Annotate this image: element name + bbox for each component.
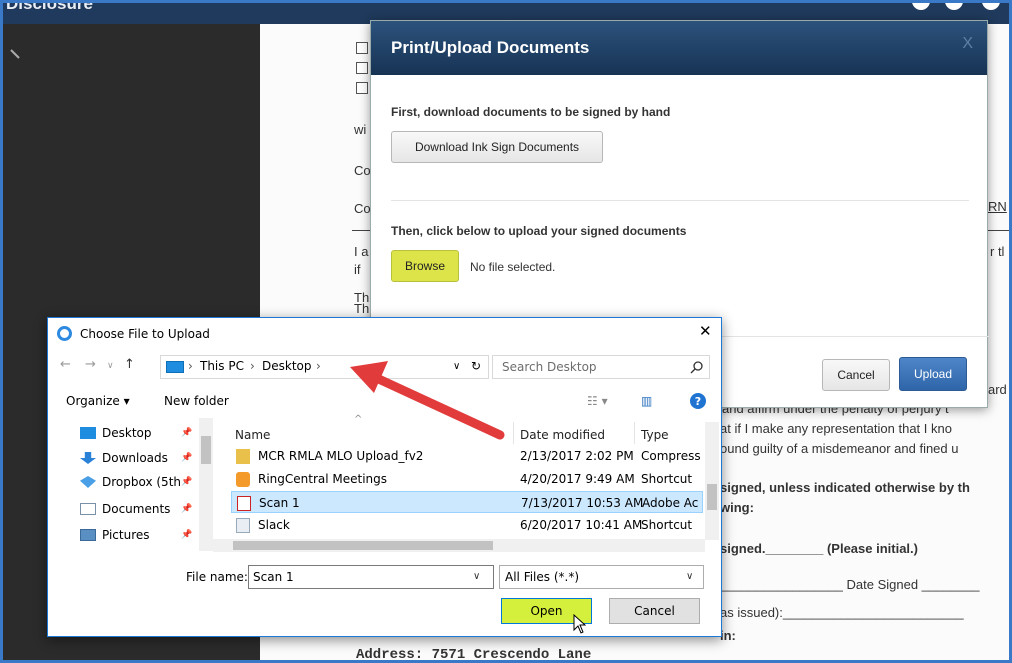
window-frame [0, 0, 1012, 663]
